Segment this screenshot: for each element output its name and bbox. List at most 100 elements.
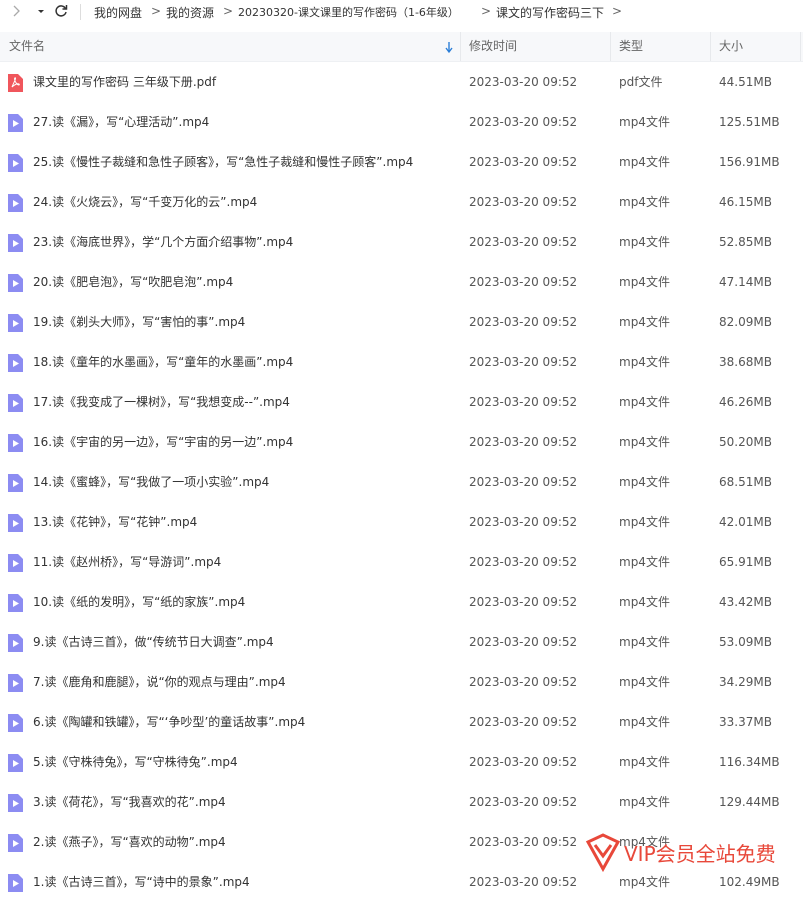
- file-modified-time: 2023-03-20 09:52: [469, 875, 578, 889]
- file-row[interactable]: 24.读《火烧云》，写“千变万化的云”.mp4 2023-03-20 09:52 m…: [0, 182, 803, 222]
- video-icon: [8, 194, 23, 212]
- file-row[interactable]: 10.读《纸的发明》，写“纸的家族”.mp4 2023-03-20 09:52 mp…: [0, 582, 803, 622]
- file-modified-time: 2023-03-20 09:52: [469, 435, 578, 449]
- column-divider[interactable]: [710, 32, 711, 61]
- column-header-modified[interactable]: 修改时间: [469, 32, 517, 61]
- file-name[interactable]: 2.读《燕子》，写“喜欢的动物”.mp4: [33, 822, 226, 862]
- breadcrumb-item[interactable]: 我的网盘: [94, 4, 142, 21]
- file-name[interactable]: 6.读《陶罐和铁罐》，写“‘争吵型’的童话故事”.mp4: [33, 702, 305, 742]
- file-size: 33.37MB: [719, 715, 772, 729]
- chevron-right-icon[interactable]: [10, 4, 22, 21]
- file-modified-time: 2023-03-20 09:52: [469, 235, 578, 249]
- file-modified-time: 2023-03-20 09:52: [469, 155, 578, 169]
- file-name[interactable]: 19.读《剃头大师》，写“害怕的事”.mp4: [33, 302, 245, 342]
- file-modified-time: 2023-03-20 09:52: [469, 555, 578, 569]
- file-row[interactable]: 7.读《鹿角和鹿腿》，说“你的观点与理由”.mp4 2023-03-20 09:5…: [0, 662, 803, 702]
- file-type: mp4文件: [619, 515, 670, 529]
- file-name[interactable]: 3.读《荷花》，写“我喜欢的花”.mp4: [33, 782, 226, 822]
- file-name[interactable]: 5.读《守株待兔》，写“守株待兔”.mp4: [33, 742, 238, 782]
- file-modified-time: 2023-03-20 09:52: [469, 315, 578, 329]
- file-type: mp4文件: [619, 395, 670, 409]
- file-modified-time: 2023-03-20 09:52: [469, 675, 578, 689]
- column-header-name[interactable]: 文件名: [9, 32, 45, 61]
- file-modified-time: 2023-03-20 09:52: [469, 715, 578, 729]
- file-type: mp4文件: [619, 315, 670, 329]
- video-icon: [8, 594, 23, 612]
- file-type: mp4文件: [619, 715, 670, 729]
- file-type: pdf文件: [619, 75, 663, 89]
- file-size: 42.01MB: [719, 515, 772, 529]
- file-name[interactable]: 9.读《古诗三首》，做“传统节日大调查”.mp4: [33, 622, 274, 662]
- refresh-icon[interactable]: [54, 3, 68, 22]
- top-toolbar: 我的网盘 > 我的资源 > 20230320-课文课里的写作密码（1-6年级） …: [0, 0, 803, 24]
- sort-down-icon[interactable]: [444, 33, 454, 62]
- file-row[interactable]: 6.读《陶罐和铁罐》，写“‘争吵型’的童话故事”.mp4 2023-03-20 0…: [0, 702, 803, 742]
- video-icon: [8, 874, 23, 892]
- file-modified-time: 2023-03-20 09:52: [469, 475, 578, 489]
- file-type: mp4文件: [619, 635, 670, 649]
- video-icon: [8, 234, 23, 252]
- toolbar-divider: [80, 4, 81, 20]
- column-divider[interactable]: [460, 32, 461, 61]
- file-name[interactable]: 17.读《我变成了一棵树》，写“我想变成--”.mp4: [33, 382, 290, 422]
- file-modified-time: 2023-03-20 09:52: [469, 75, 578, 89]
- pdf-icon: [8, 74, 23, 92]
- file-row[interactable]: 25.读《慢性子裁缝和急性子顾客》，写“急性子裁缝和慢性子顾客”.mp4 2023…: [0, 142, 803, 182]
- file-row[interactable]: 14.读《蜜蜂》，写“我做了一项小实验”.mp4 2023-03-20 09:52…: [0, 462, 803, 502]
- file-name[interactable]: 23.读《海底世界》，学“几个方面介绍事物”.mp4: [33, 222, 293, 262]
- vip-watermark: VIP会员全站免费: [584, 828, 799, 876]
- file-type: mp4文件: [619, 155, 670, 169]
- breadcrumb-item[interactable]: 20230320-课文课里的写作密码（1-6年级）: [238, 4, 459, 20]
- watermark-text: VIP会员全站免费: [624, 842, 776, 866]
- file-name[interactable]: 16.读《宇宙的另一边》，写“宇宙的另一边”.mp4: [33, 422, 293, 462]
- breadcrumb-item[interactable]: 课文的写作密码三下: [496, 4, 604, 21]
- video-icon: [8, 674, 23, 692]
- video-icon: [8, 514, 23, 532]
- breadcrumb-separator-icon: >: [612, 4, 623, 18]
- chevron-down-icon[interactable]: [36, 4, 46, 21]
- file-name[interactable]: 25.读《慢性子裁缝和急性子顾客》，写“急性子裁缝和慢性子顾客”.mp4: [33, 142, 413, 182]
- file-row[interactable]: 课文里的写作密码 三年级下册.pdf 2023-03-20 09:52 pdf文件 4…: [0, 62, 803, 102]
- video-icon: [8, 794, 23, 812]
- file-row[interactable]: 9.读《古诗三首》，做“传统节日大调查”.mp4 2023-03-20 09:52…: [0, 622, 803, 662]
- file-row[interactable]: 11.读《赵州桥》，写“导游词”.mp4 2023-03-20 09:52 mp4文…: [0, 542, 803, 582]
- file-name[interactable]: 1.读《古诗三首》，写“诗中的景象”.mp4: [33, 862, 250, 902]
- column-divider[interactable]: [610, 32, 611, 61]
- column-divider[interactable]: [800, 32, 801, 61]
- file-size: 125.51MB: [719, 115, 780, 129]
- file-name[interactable]: 24.读《火烧云》，写“千变万化的云”.mp4: [33, 182, 257, 222]
- file-modified-time: 2023-03-20 09:52: [469, 395, 578, 409]
- column-header-size[interactable]: 大小: [719, 32, 743, 61]
- file-type: mp4文件: [619, 435, 670, 449]
- file-name[interactable]: 13.读《花钟》，写“花钟”.mp4: [33, 502, 197, 542]
- file-row[interactable]: 3.读《荷花》，写“我喜欢的花”.mp4 2023-03-20 09:52 mp4文…: [0, 782, 803, 822]
- file-row[interactable]: 13.读《花钟》，写“花钟”.mp4 2023-03-20 09:52 mp4文件 4…: [0, 502, 803, 542]
- file-name[interactable]: 课文里的写作密码 三年级下册.pdf: [33, 62, 216, 102]
- file-name[interactable]: 7.读《鹿角和鹿腿》，说“你的观点与理由”.mp4: [33, 662, 286, 702]
- breadcrumb-item[interactable]: 我的资源: [166, 4, 214, 21]
- video-icon: [8, 714, 23, 732]
- file-name[interactable]: 14.读《蜜蜂》，写“我做了一项小实验”.mp4: [33, 462, 269, 502]
- file-row[interactable]: 5.读《守株待兔》，写“守株待兔”.mp4 2023-03-20 09:52 mp4…: [0, 742, 803, 782]
- file-name[interactable]: 11.读《赵州桥》，写“导游词”.mp4: [33, 542, 221, 582]
- file-row[interactable]: 20.读《肥皂泡》，写“吹肥皂泡”.mp4 2023-03-20 09:52 mp4…: [0, 262, 803, 302]
- file-row[interactable]: 16.读《宇宙的另一边》，写“宇宙的另一边”.mp4 2023-03-20 09:…: [0, 422, 803, 462]
- file-name[interactable]: 18.读《童年的水墨画》，写“童年的水墨画”.mp4: [33, 342, 293, 382]
- file-name[interactable]: 27.读《漏》，写“心理活动”.mp4: [33, 102, 209, 142]
- video-icon: [8, 154, 23, 172]
- file-size: 46.26MB: [719, 395, 772, 409]
- file-name[interactable]: 10.读《纸的发明》，写“纸的家族”.mp4: [33, 582, 245, 622]
- file-row[interactable]: 19.读《剃头大师》，写“害怕的事”.mp4 2023-03-20 09:52 mp…: [0, 302, 803, 342]
- file-name[interactable]: 20.读《肥皂泡》，写“吹肥皂泡”.mp4: [33, 262, 233, 302]
- file-size: 65.91MB: [719, 555, 772, 569]
- file-type: mp4文件: [619, 675, 670, 689]
- file-modified-time: 2023-03-20 09:52: [469, 795, 578, 809]
- file-row[interactable]: 18.读《童年的水墨画》，写“童年的水墨画”.mp4 2023-03-20 09:…: [0, 342, 803, 382]
- file-modified-time: 2023-03-20 09:52: [469, 755, 578, 769]
- column-header-type[interactable]: 类型: [619, 32, 643, 61]
- file-row[interactable]: 27.读《漏》，写“心理活动”.mp4 2023-03-20 09:52 mp4文件…: [0, 102, 803, 142]
- video-icon: [8, 354, 23, 372]
- file-row[interactable]: 17.读《我变成了一棵树》，写“我想变成--”.mp4 2023-03-20 09…: [0, 382, 803, 422]
- video-icon: [8, 834, 23, 852]
- file-row[interactable]: 23.读《海底世界》，学“几个方面介绍事物”.mp4 2023-03-20 09:…: [0, 222, 803, 262]
